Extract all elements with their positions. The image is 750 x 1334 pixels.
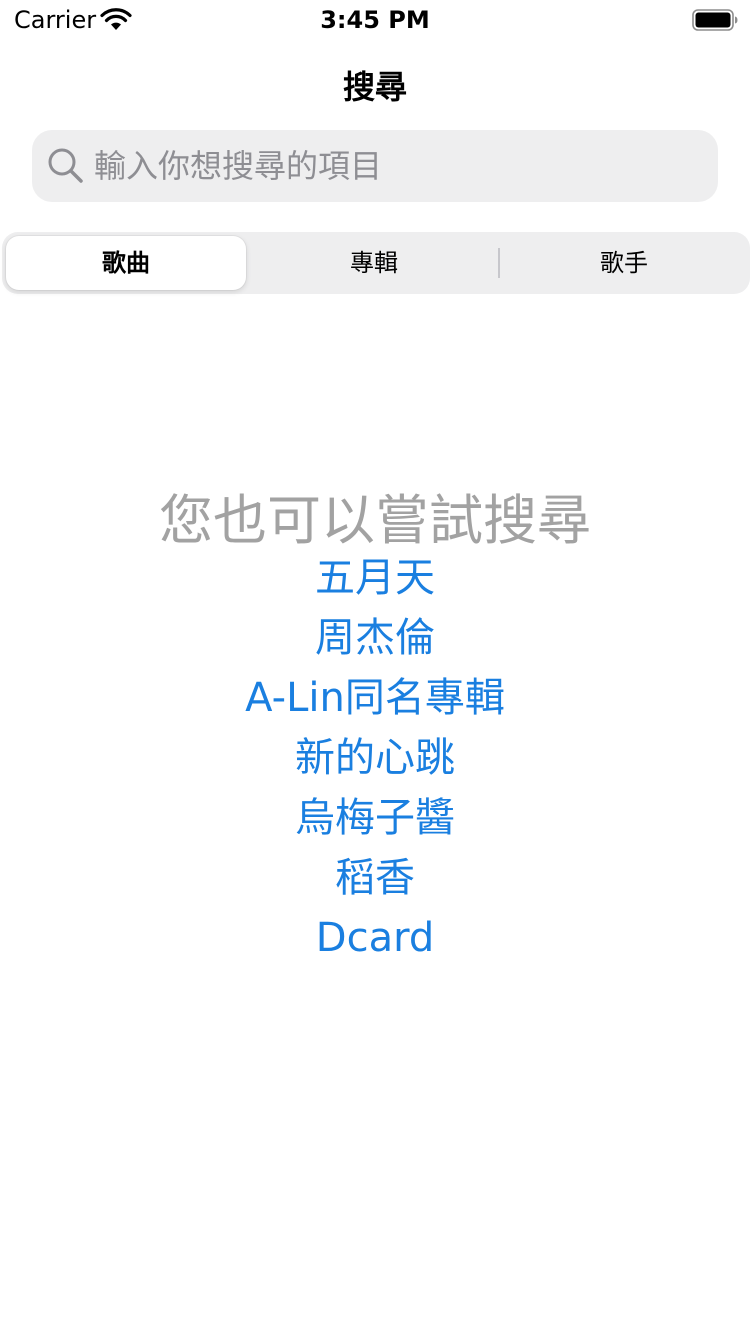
suggestion-link[interactable]: 五月天 xyxy=(0,548,750,608)
status-bar: Carrier 3:45 PM xyxy=(0,0,750,40)
suggestion-link[interactable]: 烏梅子醬 xyxy=(0,788,750,848)
suggestions-heading: 您也可以嘗試搜尋 xyxy=(159,489,591,552)
search-screen: Carrier 3:45 PM 搜尋 歌曲 專輯 歌手 您也可以嘗試搜尋 五月天… xyxy=(0,0,750,1334)
status-time: 3:45 PM xyxy=(320,6,430,34)
search-scope-segmented-control: 歌曲 專輯 歌手 xyxy=(2,232,750,294)
segment-albums[interactable]: 專輯 xyxy=(254,236,494,290)
suggestion-link[interactable]: 新的心跳 xyxy=(0,728,750,788)
battery-icon xyxy=(692,9,738,31)
search-bar[interactable] xyxy=(32,130,718,202)
search-icon xyxy=(48,148,83,183)
segment-artists[interactable]: 歌手 xyxy=(504,236,744,290)
segment-divider xyxy=(498,248,500,278)
suggestion-link[interactable]: A-Lin同名專輯 xyxy=(0,668,750,728)
suggestions-list: 五月天 周杰倫 A-Lin同名專輯 新的心跳 烏梅子醬 稻香 Dcard xyxy=(0,548,750,968)
page-title: 搜尋 xyxy=(342,68,407,106)
suggestion-link[interactable]: 周杰倫 xyxy=(0,608,750,668)
segment-songs[interactable]: 歌曲 xyxy=(6,236,246,290)
search-input[interactable] xyxy=(94,144,694,188)
suggestion-link[interactable]: 稻香 xyxy=(0,848,750,908)
suggestion-link[interactable]: Dcard xyxy=(0,908,750,968)
